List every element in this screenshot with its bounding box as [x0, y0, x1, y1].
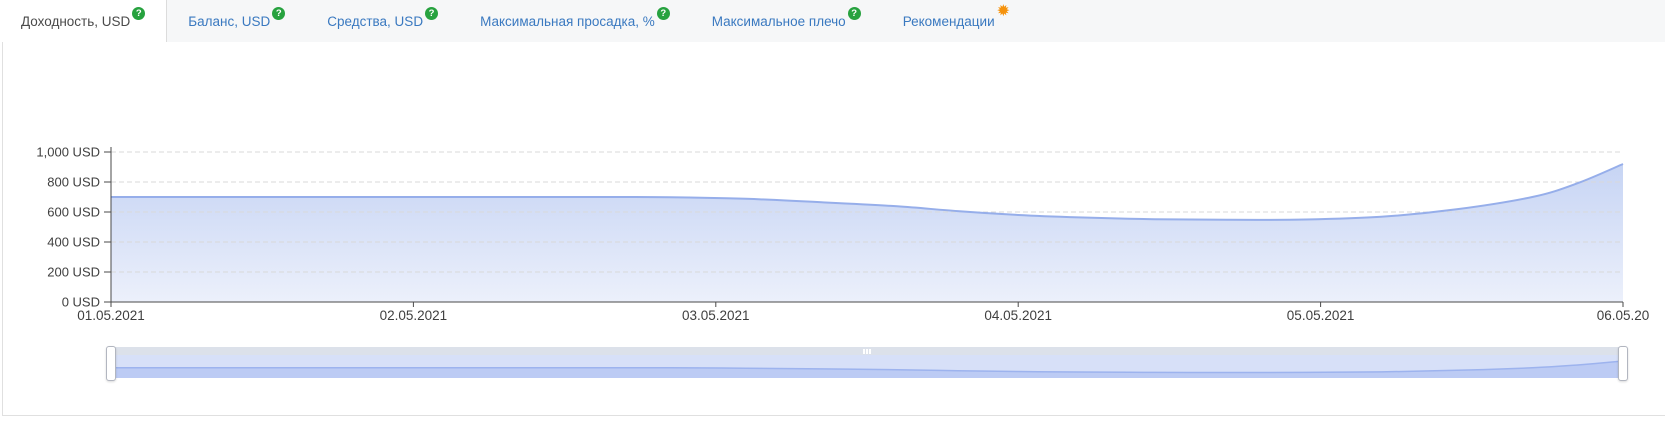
svg-text:200 USD: 200 USD: [47, 265, 100, 280]
tab-balance[interactable]: Баланс, USD?: [167, 0, 306, 42]
tab-label: Средства, USD: [327, 14, 423, 29]
question-badge-icon[interactable]: ?: [848, 7, 861, 20]
svg-text:800 USD: 800 USD: [47, 175, 100, 190]
navigator-mini-chart[interactable]: [111, 355, 1623, 378]
panel-bottom-border: [2, 415, 1665, 416]
svg-text:03.05.2021: 03.05.2021: [682, 308, 750, 323]
tab-funds[interactable]: Средства, USD?: [306, 0, 459, 42]
drag-grip-icon[interactable]: [863, 349, 871, 354]
svg-text:400 USD: 400 USD: [47, 235, 100, 250]
question-badge-icon[interactable]: ?: [272, 7, 285, 20]
question-badge-icon[interactable]: ?: [657, 7, 670, 20]
tab-profitability[interactable]: Доходность, USD?: [0, 0, 167, 42]
svg-text:1,000 USD: 1,000 USD: [36, 145, 100, 160]
stats-tabbar: Доходность, USD? Баланс, USD? Средства, …: [0, 0, 1665, 42]
tab-label: Доходность, USD: [21, 14, 130, 29]
tab-label: Рекомендации: [903, 14, 995, 29]
question-badge-icon[interactable]: ?: [132, 7, 145, 20]
question-badge-icon[interactable]: ?: [425, 7, 438, 20]
panel-left-border: [2, 42, 3, 415]
tab-label: Максимальное плечо: [712, 14, 846, 29]
navigator-right-handle[interactable]: [1618, 346, 1628, 381]
tab-max-leverage[interactable]: Максимальное плечо?: [691, 0, 882, 42]
new-starburst-icon: ✹: [997, 5, 1010, 19]
chart-range-navigator[interactable]: [111, 347, 1623, 378]
svg-text:600 USD: 600 USD: [47, 205, 100, 220]
svg-text:01.05.2021: 01.05.2021: [77, 308, 145, 323]
svg-text:04.05.2021: 04.05.2021: [984, 308, 1052, 323]
tab-max-drawdown[interactable]: Максимальная просадка, %?: [459, 0, 691, 42]
tab-label: Баланс, USD: [188, 14, 270, 29]
svg-text:05.05.2021: 05.05.2021: [1287, 308, 1355, 323]
navigator-track[interactable]: [111, 347, 1623, 355]
tab-recommendations[interactable]: Рекомендации✹: [882, 0, 1031, 42]
svg-text:06.05.20: 06.05.20: [1597, 308, 1650, 323]
svg-text:02.05.2021: 02.05.2021: [380, 308, 448, 323]
tab-label: Максимальная просадка, %: [480, 14, 655, 29]
navigator-left-handle[interactable]: [106, 346, 116, 381]
